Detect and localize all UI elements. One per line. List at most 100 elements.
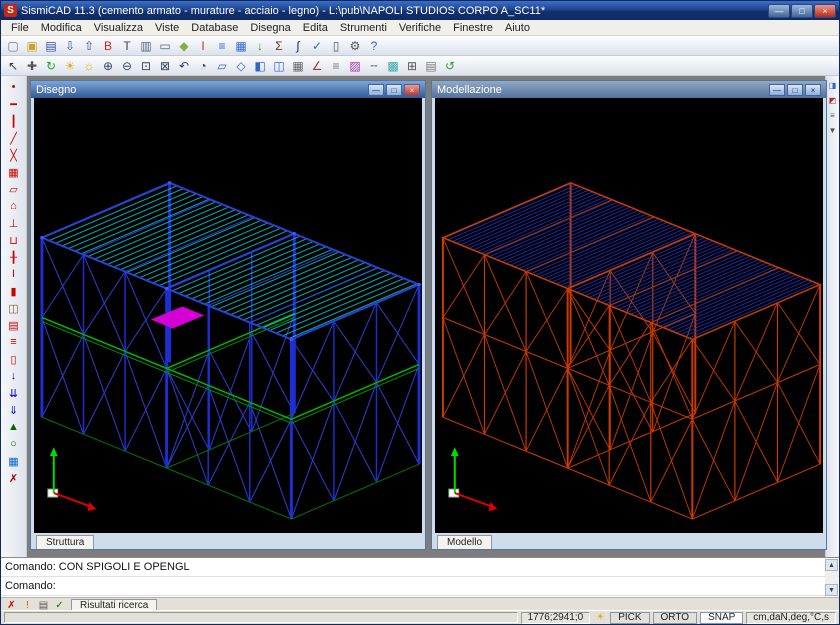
menu-strumenti[interactable]: Strumenti bbox=[334, 21, 393, 35]
pick-toggle-button[interactable]: PICK bbox=[610, 612, 649, 624]
new-file-icon[interactable]: ▢ bbox=[4, 37, 22, 54]
levels-icon[interactable]: ≡ bbox=[213, 37, 231, 54]
menu-database[interactable]: Database bbox=[185, 21, 244, 35]
select-arrow-icon[interactable]: ↖ bbox=[4, 57, 22, 74]
hatch-icon[interactable]: ▩ bbox=[384, 57, 402, 74]
roof-icon[interactable]: ⌂ bbox=[4, 198, 24, 214]
wireframe-icon[interactable]: ◫ bbox=[270, 57, 288, 74]
disegno-close-button[interactable]: × bbox=[404, 84, 420, 96]
light-on-icon[interactable]: ☀ bbox=[61, 57, 79, 74]
menu-aiuto[interactable]: Aiuto bbox=[499, 21, 536, 35]
scroll-down-icon[interactable]: ▼ bbox=[825, 584, 838, 596]
orto-toggle-button[interactable]: ORTO bbox=[653, 612, 698, 624]
refresh-icon[interactable]: ↺ bbox=[441, 57, 459, 74]
command-input-line[interactable]: Comando: bbox=[1, 577, 839, 596]
stairs-icon[interactable]: ≡ bbox=[4, 334, 24, 350]
pan-icon[interactable]: ✚ bbox=[23, 57, 41, 74]
disegno-3d-canvas[interactable] bbox=[34, 98, 422, 533]
area-load-icon[interactable]: ⇓ bbox=[4, 402, 24, 418]
brace-icon[interactable]: ╱ bbox=[4, 130, 24, 146]
tab-struttura[interactable]: Struttura bbox=[36, 535, 94, 549]
render-icon[interactable]: ◩ bbox=[827, 94, 839, 107]
modellazione-close-button[interactable]: × bbox=[805, 84, 821, 96]
title-bar[interactable]: S SismiCAD 11.3 (cemento armato - muratu… bbox=[1, 1, 839, 20]
menu-visualizza[interactable]: Visualizza bbox=[88, 21, 149, 35]
column-icon[interactable]: ┃ bbox=[4, 113, 24, 129]
views-palette-icon[interactable]: ◨ bbox=[827, 79, 839, 92]
timber-icon[interactable]: ◫ bbox=[4, 300, 24, 316]
sun-icon[interactable]: ☀ bbox=[593, 612, 607, 623]
minimize-button[interactable]: — bbox=[768, 4, 790, 18]
close-button[interactable]: × bbox=[814, 4, 836, 18]
properties-icon[interactable]: ▤ bbox=[422, 57, 440, 74]
view-top-icon[interactable]: ▱ bbox=[213, 57, 231, 74]
view-iso-icon[interactable]: ◇ bbox=[232, 57, 250, 74]
menu-modifica[interactable]: Modifica bbox=[35, 21, 88, 35]
linetype-icon[interactable]: ╌ bbox=[365, 57, 383, 74]
node-icon[interactable]: • bbox=[4, 79, 24, 95]
database-icon[interactable]: B bbox=[99, 37, 117, 54]
materials-icon[interactable]: ◆ bbox=[175, 37, 193, 54]
zoom-previous-icon[interactable]: ↶ bbox=[175, 57, 193, 74]
zoom-window-icon[interactable]: ⊡ bbox=[137, 57, 155, 74]
delete-icon[interactable]: ✗ bbox=[4, 470, 24, 486]
combinations-icon[interactable]: Σ bbox=[270, 37, 288, 54]
regen-icon[interactable]: ↻ bbox=[42, 57, 60, 74]
opening-icon[interactable]: ▯ bbox=[4, 351, 24, 367]
zoom-in-icon[interactable]: ⊕ bbox=[99, 57, 117, 74]
footing-icon[interactable]: ⊔ bbox=[4, 232, 24, 248]
menu-edita[interactable]: Edita bbox=[297, 21, 334, 35]
constraint-icon[interactable]: ▲ bbox=[4, 419, 24, 435]
zoom-extents-icon[interactable]: ⊠ bbox=[156, 57, 174, 74]
concrete-section-icon[interactable]: ▮ bbox=[4, 283, 24, 299]
snap-toggle-button[interactable]: SNAP bbox=[700, 612, 743, 624]
masonry-icon[interactable]: ▤ bbox=[4, 317, 24, 333]
grid-icon[interactable]: ▦ bbox=[232, 37, 250, 54]
foundation-icon[interactable]: ⊥ bbox=[4, 215, 24, 231]
layers-palette-icon[interactable]: ≡ bbox=[827, 109, 839, 122]
beam-icon[interactable]: ━ bbox=[4, 96, 24, 112]
pile-icon[interactable]: ╂ bbox=[4, 249, 24, 265]
hinge-icon[interactable]: ○ bbox=[4, 436, 24, 452]
text-style-icon[interactable]: T bbox=[118, 37, 136, 54]
modellazione-maximize-button[interactable]: □ bbox=[787, 84, 803, 96]
check-icon[interactable]: ✓ bbox=[308, 37, 326, 54]
measure-icon[interactable]: ∠ bbox=[308, 57, 326, 74]
menu-viste[interactable]: Viste bbox=[149, 21, 185, 35]
wall-icon[interactable]: ▦ bbox=[4, 164, 24, 180]
light-off-icon[interactable]: ☼ bbox=[80, 57, 98, 74]
modellazione-title-bar[interactable]: Modellazione — □ × bbox=[432, 81, 826, 98]
menu-verifiche[interactable]: Verifiche bbox=[393, 21, 447, 35]
menu-finestre[interactable]: Finestre bbox=[447, 21, 499, 35]
disegno-maximize-button[interactable]: □ bbox=[386, 84, 402, 96]
layers-icon[interactable]: ≡ bbox=[327, 57, 345, 74]
shade-icon[interactable]: ◧ bbox=[251, 57, 269, 74]
zoom-out-icon[interactable]: ⊖ bbox=[118, 57, 136, 74]
menu-file[interactable]: File bbox=[5, 21, 35, 35]
tab-modello[interactable]: Modello bbox=[437, 535, 492, 549]
maximize-button[interactable]: □ bbox=[791, 4, 813, 18]
mesh-icon[interactable]: ▦ bbox=[4, 453, 24, 469]
import-icon[interactable]: ⇩ bbox=[61, 37, 79, 54]
modellazione-3d-canvas[interactable] bbox=[435, 98, 823, 533]
snap-grid-icon[interactable]: ⊞ bbox=[403, 57, 421, 74]
open-folder-icon[interactable]: ▣ bbox=[23, 37, 41, 54]
menu-disegna[interactable]: Disegna bbox=[244, 21, 296, 35]
collapse-strip-icon[interactable]: ▼ bbox=[827, 124, 839, 137]
slab-icon[interactable]: ▱ bbox=[4, 181, 24, 197]
truss-icon[interactable]: ╳ bbox=[4, 147, 24, 163]
point-load-icon[interactable]: ↓ bbox=[4, 368, 24, 384]
options-gear-icon[interactable]: ⚙ bbox=[346, 37, 364, 54]
edges-icon[interactable]: ▦ bbox=[289, 57, 307, 74]
disegno-title-bar[interactable]: Disegno — □ × bbox=[31, 81, 425, 98]
disegno-minimize-button[interactable]: — bbox=[368, 84, 384, 96]
report-icon[interactable]: ▯ bbox=[327, 37, 345, 54]
print-icon[interactable]: ▥ bbox=[137, 37, 155, 54]
steel-section-icon[interactable]: I bbox=[4, 266, 24, 282]
modellazione-minimize-button[interactable]: — bbox=[769, 84, 785, 96]
save-icon[interactable]: ▤ bbox=[42, 37, 60, 54]
sections-icon[interactable]: I bbox=[194, 37, 212, 54]
scroll-up-icon[interactable]: ▲ bbox=[825, 559, 838, 571]
color-icon[interactable]: ▨ bbox=[346, 57, 364, 74]
orbit-icon[interactable]: ◔ bbox=[194, 57, 212, 74]
